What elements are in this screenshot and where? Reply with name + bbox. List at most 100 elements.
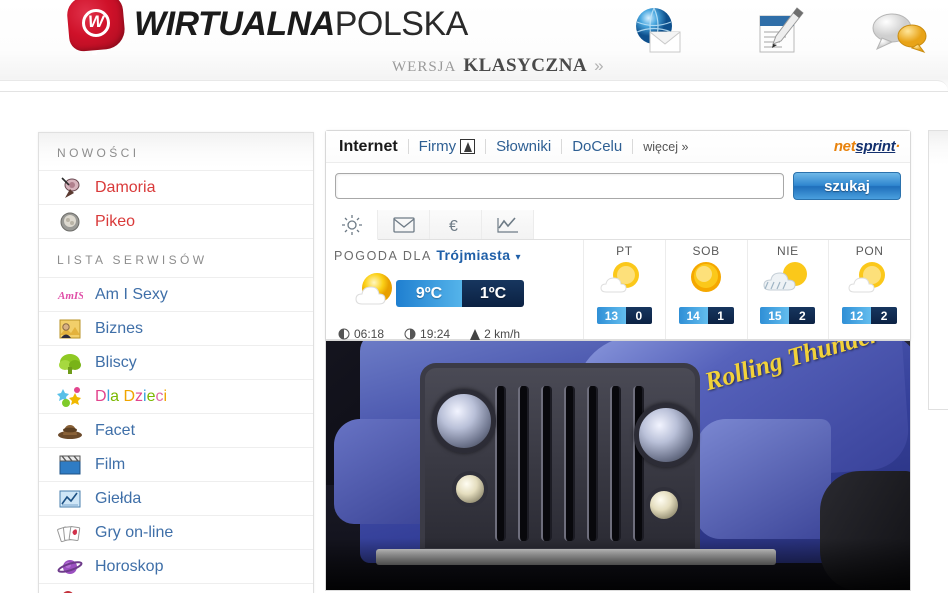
- sidebar-item-am-i-sexy[interactable]: AmISexy Am I Sexy: [39, 277, 313, 311]
- weather-city: Trójmiasta: [436, 247, 511, 263]
- bliscy-icon: [57, 351, 83, 375]
- forecast-day[interactable]: SOB 14 1: [666, 240, 748, 339]
- sidebar-section-lista-serwisow: LISTA SERWISÓW: [57, 253, 208, 267]
- wp-logo[interactable]: W WIRTUALNAPOLSKA: [62, 0, 468, 55]
- jeep-fender-right: [696, 419, 831, 539]
- info-tab-strip: €: [326, 210, 910, 240]
- rain-cloud-icon: [762, 258, 814, 305]
- search-tabs: Internet Firmy Słowniki DoCelu więcej » …: [326, 131, 910, 163]
- weather-tab[interactable]: [326, 210, 378, 240]
- sun-cloud-icon: [844, 258, 896, 305]
- sidebar-item-biznes[interactable]: Biznes: [39, 311, 313, 345]
- notepad-pen-icon[interactable]: [748, 2, 810, 60]
- sidebar-item-film[interactable]: Film: [39, 447, 313, 481]
- search-module: Internet Firmy Słowniki DoCelu więcej » …: [325, 130, 911, 341]
- forecast-low: 2: [789, 307, 816, 324]
- brand-bold: WIRTUALNA: [134, 5, 335, 43]
- facet-icon: [57, 419, 83, 443]
- sidebar-item-label: Pikeo: [95, 212, 136, 230]
- weather-forecast: PT 13 0 SOB 14 1 NIE 15 2 PON 12 2: [584, 240, 910, 339]
- sidebar-item-dla-dzieci[interactable]: Dla Dzieci: [39, 379, 313, 413]
- sun-icon: [341, 214, 362, 235]
- forecast-temp-pill: 13 0: [596, 307, 652, 324]
- tab-internet[interactable]: Internet: [337, 138, 408, 156]
- header-icon-group: [628, 2, 930, 60]
- svg-text:€: €: [449, 218, 458, 235]
- forecast-high: 14: [678, 307, 708, 324]
- forecast-low: 2: [871, 307, 898, 324]
- sidebar-item-label: Am I Sexy: [95, 285, 168, 303]
- speech-bubbles-icon[interactable]: [868, 2, 930, 60]
- chevron-right-icon: »: [594, 56, 604, 75]
- foglight-right: [646, 487, 682, 523]
- today-low: 1ºC: [462, 280, 524, 307]
- mail-tab[interactable]: [378, 210, 430, 239]
- netsprint-dot: ·: [895, 138, 900, 155]
- sidebar-item-label: Gry on-line: [95, 523, 174, 541]
- sidebar-item-facet[interactable]: Facet: [39, 413, 313, 447]
- envelope-icon: [392, 216, 415, 233]
- search-button[interactable]: szukaj: [793, 172, 901, 200]
- sidebar-item-label: Bliscy: [95, 353, 137, 371]
- jeep-photo[interactable]: Rolling Thunder: [325, 341, 911, 591]
- chart-line-icon: [496, 216, 518, 233]
- today-temp-pill: 9ºC 1ºC: [396, 280, 524, 307]
- wind-speed: 2 km/h: [484, 327, 521, 341]
- sidebar-item-horoskop[interactable]: Horoskop: [39, 549, 313, 583]
- tab-firmy[interactable]: Firmy: [409, 138, 486, 155]
- biznes-icon: [57, 317, 83, 341]
- forecast-low: 0: [625, 307, 652, 324]
- right-edge-panel: [928, 130, 948, 410]
- firmy-badge-icon: [460, 139, 476, 154]
- weather-today: 9ºC 1ºC: [352, 268, 583, 319]
- classic-version-link[interactable]: WERSJA KLASYCZNA »: [392, 55, 604, 77]
- sidebar-item-bliscy[interactable]: Bliscy: [39, 345, 313, 379]
- netsprint-net: net: [833, 138, 856, 155]
- sunrise-time: 06:18: [354, 327, 385, 341]
- sunset-icon: [404, 328, 416, 340]
- currency-tab[interactable]: €: [430, 210, 482, 239]
- film-icon: [57, 453, 83, 477]
- sidebar-item-label: Facet: [95, 421, 136, 439]
- page-content: NOWOŚCI Damoria Pikeo LISTA SERWISÓW AmI…: [0, 92, 948, 593]
- forecast-day-name: SOB: [692, 244, 720, 258]
- forecast-day[interactable]: PON 12 2: [829, 240, 910, 339]
- search-input[interactable]: [335, 173, 784, 199]
- weather-meta: 06:18 19:24 2 km/h: [338, 327, 583, 341]
- weather-city-selector[interactable]: POGODA DLA Trójmiasta ▾: [334, 247, 583, 263]
- tab-docelu[interactable]: DoCelu: [562, 138, 632, 155]
- gielda-icon: [57, 487, 83, 511]
- sidebar-item-label: Dla Dzieci: [95, 387, 168, 405]
- pikeo-icon: [57, 210, 83, 234]
- sidebar-item-pikeo[interactable]: Pikeo: [39, 204, 313, 238]
- tab-slowniki[interactable]: Słowniki: [486, 138, 561, 155]
- sidebar-item-label: Giełda: [95, 489, 142, 507]
- mail-globe-icon[interactable]: [628, 2, 690, 60]
- sidebar-item-partial[interactable]: [39, 583, 313, 593]
- forecast-day-name: NIE: [776, 244, 799, 258]
- chevron-down-icon: ▾: [515, 252, 523, 263]
- forecast-high: 13: [596, 307, 626, 324]
- sidebar-item-gielda[interactable]: Giełda: [39, 481, 313, 515]
- left-sidebar: NOWOŚCI Damoria Pikeo LISTA SERWISÓW AmI…: [38, 132, 314, 593]
- svg-text:AmISexy: AmISexy: [57, 290, 83, 302]
- sidebar-item-label: Horoskop: [95, 557, 164, 575]
- forecast-day[interactable]: PT 13 0: [584, 240, 666, 339]
- tab-wiecej[interactable]: więcej »: [633, 140, 698, 154]
- wind-info: 2 km/h: [470, 327, 520, 341]
- damoria-icon: [57, 176, 83, 200]
- sidebar-item-damoria[interactable]: Damoria: [39, 170, 313, 204]
- sidebar-item-gry-on-line[interactable]: Gry on-line: [39, 515, 313, 549]
- headlight-right: [634, 403, 698, 467]
- netsprint-logo[interactable]: netsprint·: [834, 138, 900, 155]
- euro-icon: €: [449, 218, 458, 235]
- sidebar-item-label: Biznes: [95, 319, 144, 337]
- forecast-high: 12: [842, 307, 872, 324]
- weather-title-prefix: POGODA DLA: [334, 249, 432, 263]
- sun-icon: [680, 258, 732, 305]
- horoskop-icon: [57, 555, 83, 579]
- forecast-day[interactable]: NIE 15 2: [748, 240, 830, 339]
- stocks-tab[interactable]: [482, 210, 534, 239]
- forecast-day-name: PT: [616, 244, 633, 258]
- wp-logo-text: WIRTUALNAPOLSKA: [134, 7, 468, 41]
